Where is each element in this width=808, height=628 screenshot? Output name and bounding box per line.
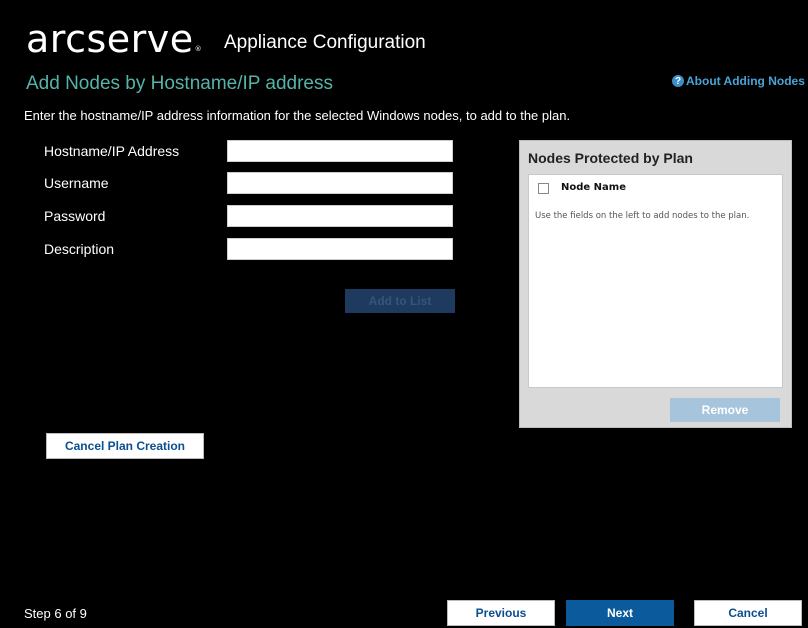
panel-title: Nodes Protected by Plan	[528, 150, 693, 166]
add-to-list-button[interactable]: Add to List	[345, 289, 455, 313]
nodes-list: Node Name Use the fields on the left to …	[528, 174, 783, 388]
password-input[interactable]	[227, 205, 453, 227]
select-all-checkbox[interactable]	[538, 183, 549, 194]
logo-text: arcserve	[26, 17, 194, 61]
arcserve-logo: arcserve®	[26, 16, 202, 62]
step-indicator: Step 6 of 9	[24, 606, 87, 621]
nodes-protected-panel: Nodes Protected by Plan Node Name Use th…	[519, 140, 792, 428]
username-input[interactable]	[227, 172, 453, 194]
cancel-plan-creation-button[interactable]: Cancel Plan Creation	[46, 433, 204, 459]
app-title: Appliance Configuration	[224, 32, 426, 53]
help-link-label: About Adding Nodes	[686, 74, 805, 88]
hostname-label: Hostname/IP Address	[44, 143, 180, 159]
cancel-button[interactable]: Cancel	[694, 600, 802, 626]
instructions-text: Enter the hostname/IP address informatio…	[24, 108, 571, 123]
empty-list-message: Use the fields on the left to add nodes …	[535, 211, 750, 221]
page-title: Add Nodes by Hostname/IP address	[26, 73, 333, 94]
previous-button[interactable]: Previous	[447, 600, 555, 626]
password-label: Password	[44, 208, 106, 224]
description-input[interactable]	[227, 238, 453, 260]
node-name-column-header[interactable]: Node Name	[561, 182, 626, 193]
next-button[interactable]: Next	[566, 600, 674, 626]
description-label: Description	[44, 241, 115, 257]
registered-mark: ®	[194, 45, 203, 53]
about-adding-nodes-link[interactable]: ? About Adding Nodes	[672, 74, 805, 88]
remove-button[interactable]: Remove	[670, 398, 780, 422]
username-label: Username	[44, 175, 109, 191]
hostname-input[interactable]	[227, 140, 453, 162]
question-circle-icon: ?	[672, 75, 684, 87]
